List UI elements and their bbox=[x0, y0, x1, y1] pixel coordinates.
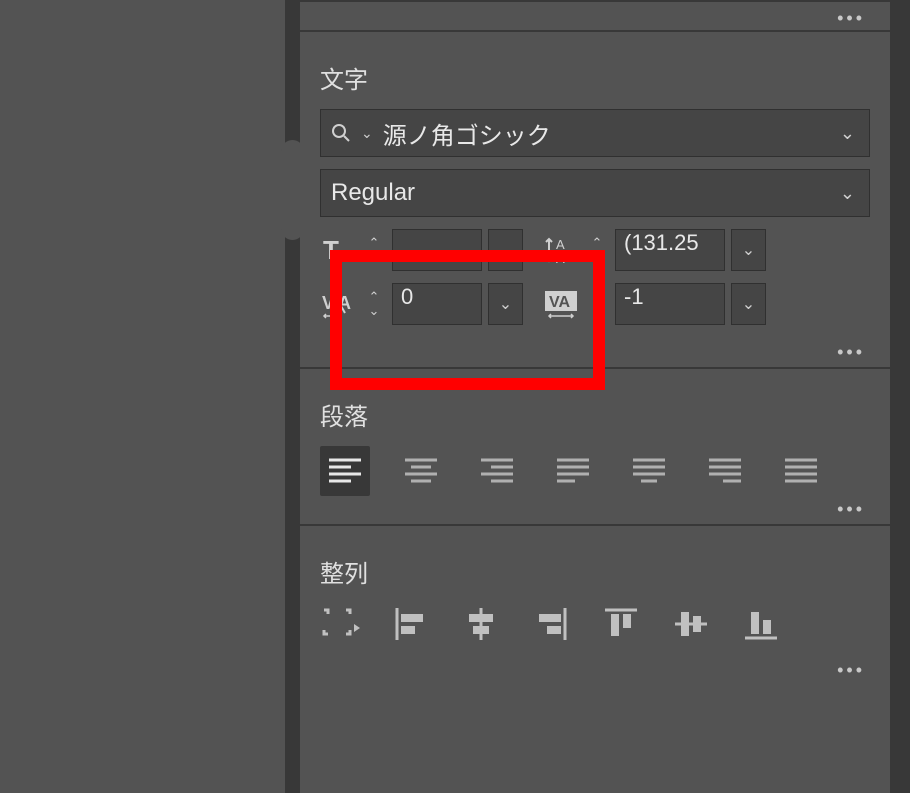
panel-menu-icon[interactable]: ••• bbox=[837, 660, 865, 681]
align-center-button[interactable] bbox=[396, 446, 446, 496]
tracking-stepper[interactable]: ⌃ ⌄ bbox=[585, 286, 609, 322]
kerning-dropdown[interactable]: ⌄ bbox=[488, 283, 523, 325]
align-panel-title: 整列 bbox=[300, 536, 890, 603]
tracking-input[interactable]: -1 bbox=[615, 283, 725, 325]
chevron-up-icon[interactable]: ⌃ bbox=[592, 290, 603, 304]
font-weight-value: Regular bbox=[321, 179, 826, 207]
svg-text:A: A bbox=[556, 237, 565, 252]
arrange-buttons bbox=[300, 603, 890, 645]
align-to-artboard-button[interactable] bbox=[320, 603, 362, 645]
panel-divider[interactable] bbox=[285, 0, 300, 793]
panel-menu-icon[interactable]: ••• bbox=[837, 499, 865, 520]
search-icon[interactable] bbox=[321, 121, 361, 145]
leading-stepper[interactable]: ⌃ ⌄ bbox=[585, 232, 609, 268]
tracking-icon: VA bbox=[543, 290, 579, 318]
chevron-down-icon[interactable]: ⌄ bbox=[369, 250, 380, 264]
align-right-button[interactable] bbox=[472, 446, 522, 496]
properties-panel: ••• 文字 ⌄ 源ノ角ゴシック ⌄ Regular ⌄ T bbox=[300, 0, 890, 793]
character-panel-title: 文字 bbox=[300, 42, 890, 109]
svg-text:VA: VA bbox=[549, 294, 570, 311]
text-align-buttons bbox=[300, 446, 890, 496]
chevron-up-icon[interactable]: ⌃ bbox=[369, 290, 380, 304]
justify-last-left-button[interactable] bbox=[548, 446, 598, 496]
svg-text:A: A bbox=[556, 251, 565, 265]
kerning-group: V A ⌃ ⌄ 0 ⌄ bbox=[320, 283, 523, 325]
paragraph-panel-title: 段落 bbox=[300, 379, 890, 446]
kerning-icon: V A bbox=[320, 290, 356, 318]
size-leading-row: T ⌃ ⌄ ⌄ A A ⌃ ⌄ bbox=[320, 229, 870, 271]
svg-text:T: T bbox=[323, 237, 339, 263]
justify-last-center-button[interactable] bbox=[624, 446, 674, 496]
chevron-down-icon[interactable]: ⌄ bbox=[369, 304, 380, 318]
font-family-field[interactable]: ⌄ 源ノ角ゴシック ⌄ bbox=[320, 109, 870, 157]
tracking-group: VA ⌃ ⌄ -1 ⌄ bbox=[543, 283, 766, 325]
panel-menu-icon[interactable]: ••• bbox=[837, 342, 865, 363]
font-size-icon: T bbox=[320, 236, 356, 264]
leading-input[interactable]: (131.25 bbox=[615, 229, 725, 271]
svg-text:A: A bbox=[338, 293, 351, 313]
align-left-button[interactable] bbox=[320, 446, 370, 496]
align-center-horizontal-button[interactable] bbox=[460, 603, 502, 645]
kerning-input[interactable]: 0 bbox=[392, 283, 482, 325]
chevron-down-icon[interactable]: ⌄ bbox=[826, 183, 869, 204]
paragraph-panel: 段落 ••• bbox=[300, 367, 890, 524]
canvas-area[interactable] bbox=[0, 0, 285, 793]
chevron-down-icon[interactable]: ⌄ bbox=[361, 125, 373, 142]
panel-menu-icon[interactable]: ••• bbox=[837, 8, 865, 29]
top-panel-stub: ••• bbox=[300, 0, 890, 30]
kerning-tracking-row: V A ⌃ ⌄ 0 ⌄ VA bbox=[320, 283, 870, 325]
align-left-edges-button[interactable] bbox=[390, 603, 432, 645]
align-right-edges-button[interactable] bbox=[530, 603, 572, 645]
font-size-dropdown[interactable]: ⌄ bbox=[488, 229, 523, 271]
font-family-value: 源ノ角ゴシック bbox=[379, 116, 826, 151]
chevron-down-icon[interactable]: ⌄ bbox=[592, 304, 603, 318]
svg-text:V: V bbox=[322, 293, 334, 313]
align-bottom-edges-button[interactable] bbox=[740, 603, 782, 645]
tracking-dropdown[interactable]: ⌄ bbox=[731, 283, 766, 325]
chevron-down-icon[interactable]: ⌄ bbox=[592, 250, 603, 264]
chevron-down-icon[interactable]: ⌄ bbox=[826, 123, 869, 144]
kerning-stepper[interactable]: ⌃ ⌄ bbox=[362, 286, 386, 322]
font-size-input[interactable] bbox=[392, 229, 482, 271]
leading-group: A A ⌃ ⌄ (131.25 ⌄ bbox=[543, 229, 766, 271]
align-top-edges-button[interactable] bbox=[600, 603, 642, 645]
chevron-up-icon[interactable]: ⌃ bbox=[592, 236, 603, 250]
leading-icon: A A bbox=[543, 236, 579, 264]
font-size-stepper[interactable]: ⌃ ⌄ bbox=[362, 232, 386, 268]
right-edge bbox=[890, 0, 910, 793]
character-panel: 文字 ⌄ 源ノ角ゴシック ⌄ Regular ⌄ T ⌃ bbox=[300, 30, 890, 367]
font-size-group: T ⌃ ⌄ ⌄ bbox=[320, 229, 523, 271]
justify-last-right-button[interactable] bbox=[700, 446, 750, 496]
chevron-up-icon[interactable]: ⌃ bbox=[369, 236, 380, 250]
leading-dropdown[interactable]: ⌄ bbox=[731, 229, 766, 271]
align-center-vertical-button[interactable] bbox=[670, 603, 712, 645]
justify-all-button[interactable] bbox=[776, 446, 826, 496]
font-weight-field[interactable]: Regular ⌄ bbox=[320, 169, 870, 217]
align-panel: 整列 bbox=[300, 524, 890, 685]
